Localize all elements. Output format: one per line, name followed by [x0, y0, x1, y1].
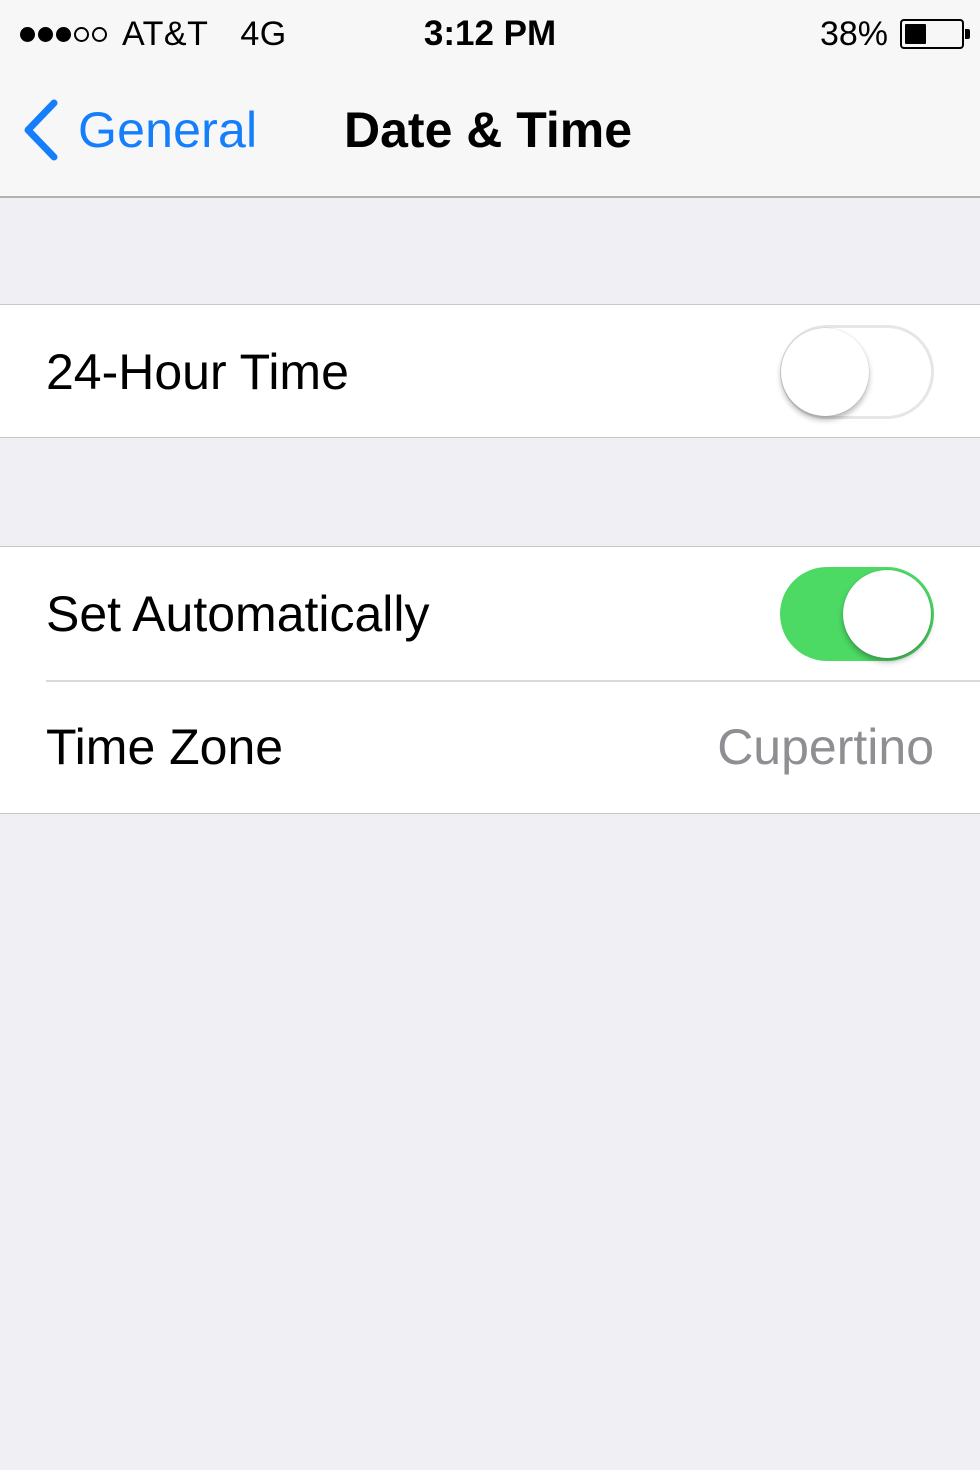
- page-title: Date & Time: [344, 102, 633, 158]
- setting-label-time-zone: Time Zone: [46, 718, 284, 775]
- setting-row-24-hour-time: 24-Hour Time: [0, 305, 980, 438]
- toggle-set-automatically[interactable]: [780, 566, 934, 661]
- settings-group-clock-format: 24-Hour Time: [0, 304, 980, 438]
- battery-tip: [965, 29, 970, 39]
- toggle-knob: [843, 569, 931, 658]
- toggle-24-hour-time[interactable]: [780, 324, 934, 419]
- chevron-left-icon: [24, 99, 58, 161]
- settings-group-time-source: Set Automatically Time Zone Cupertino: [0, 546, 980, 814]
- setting-value-time-zone: Cupertino: [717, 718, 934, 775]
- battery-fill: [905, 24, 926, 44]
- toggle-knob: [781, 327, 869, 416]
- setting-label-set-automatically: Set Automatically: [46, 585, 430, 642]
- setting-row-set-automatically: Set Automatically: [0, 547, 980, 680]
- setting-row-time-zone[interactable]: Time Zone Cupertino: [0, 680, 980, 813]
- setting-label-24-hour-time: 24-Hour Time: [46, 343, 349, 400]
- status-bar-right: 38%: [819, 12, 970, 56]
- back-button-label: General: [78, 102, 258, 158]
- back-button[interactable]: General: [22, 94, 257, 166]
- top-bar: AT&T 4G 3:12 PM 38% General Date & Time: [0, 0, 980, 198]
- battery-percent: 38%: [819, 14, 888, 53]
- battery-icon: [900, 19, 970, 49]
